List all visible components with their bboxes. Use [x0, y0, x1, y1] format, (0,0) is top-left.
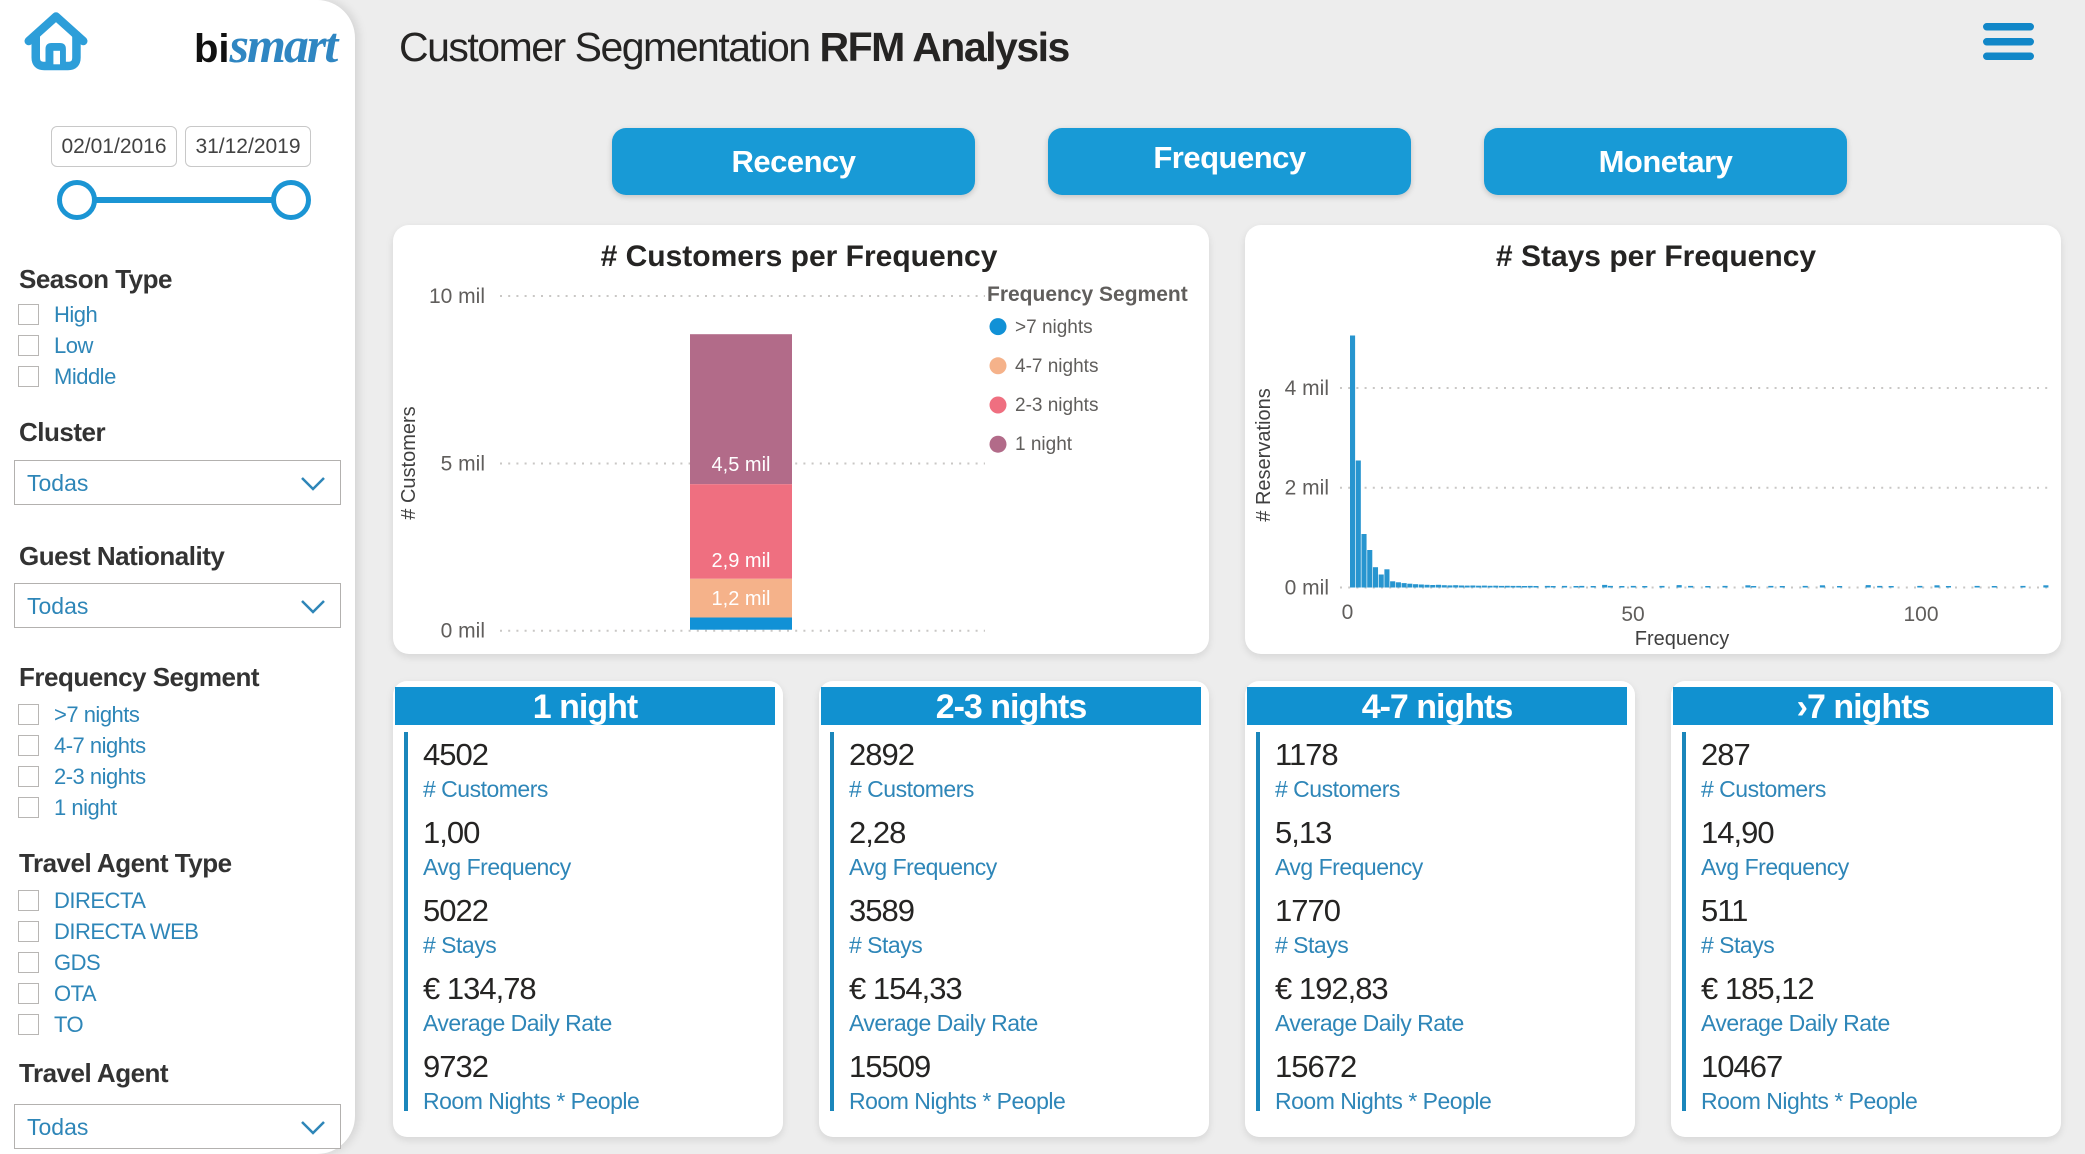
- svg-text:2 mil: 2 mil: [1285, 477, 1329, 500]
- svg-text:Frequency Segment: Frequency Segment: [987, 283, 1188, 306]
- svg-text:# Stays per Frequency: # Stays per Frequency: [1496, 240, 1816, 273]
- svg-text:0 mil: 0 mil: [1285, 577, 1329, 600]
- svg-text:0: 0: [1342, 601, 1354, 624]
- svg-text:100: 100: [1903, 603, 1938, 626]
- svg-text:1 night: 1 night: [1015, 434, 1073, 455]
- svg-text:# Customers: # Customers: [398, 406, 420, 519]
- svg-text:# Reservations: # Reservations: [1253, 388, 1275, 521]
- svg-text:4-7 nights: 4-7 nights: [1015, 356, 1098, 377]
- svg-text:10 mil: 10 mil: [429, 285, 485, 308]
- svg-text:4 mil: 4 mil: [1285, 377, 1329, 400]
- svg-text:5 mil: 5 mil: [441, 453, 485, 476]
- svg-text:0 mil: 0 mil: [441, 620, 485, 643]
- svg-text:# Customers per Frequency: # Customers per Frequency: [601, 240, 998, 273]
- svg-text:2-3 nights: 2-3 nights: [1015, 395, 1098, 416]
- svg-text:Frequency: Frequency: [1635, 628, 1730, 650]
- svg-text:>7 nights: >7 nights: [1015, 317, 1093, 338]
- svg-text:4,5 mil: 4,5 mil: [712, 454, 771, 476]
- svg-text:2,9 mil: 2,9 mil: [712, 550, 771, 572]
- svg-text:50: 50: [1621, 603, 1644, 626]
- svg-text:1,2 mil: 1,2 mil: [712, 588, 771, 610]
